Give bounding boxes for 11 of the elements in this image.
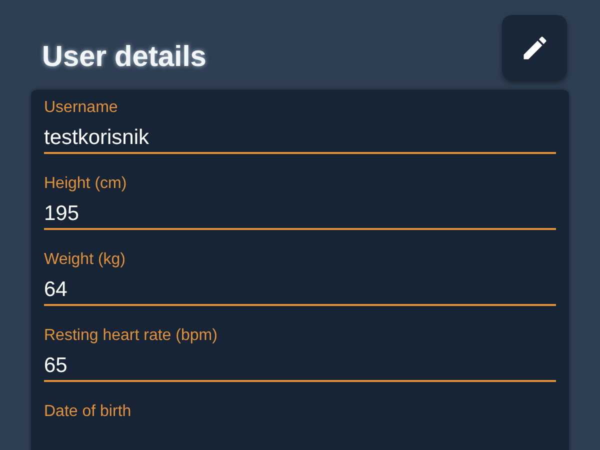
- field-label: Resting heart rate (bpm): [44, 326, 218, 346]
- field-label: Height (cm): [44, 174, 128, 194]
- page-title: User details: [42, 40, 206, 74]
- field-label: Username: [44, 98, 119, 118]
- input-field[interactable]: 195: [44, 200, 556, 230]
- field-label: Weight (kg): [44, 250, 127, 270]
- input-field[interactable]: 64: [44, 276, 556, 306]
- input-field[interactable]: testkorisnik: [44, 124, 556, 154]
- edit-button[interactable]: [502, 15, 567, 80]
- input-field[interactable]: 65: [44, 352, 556, 382]
- field-label: Date of birth: [44, 402, 132, 422]
